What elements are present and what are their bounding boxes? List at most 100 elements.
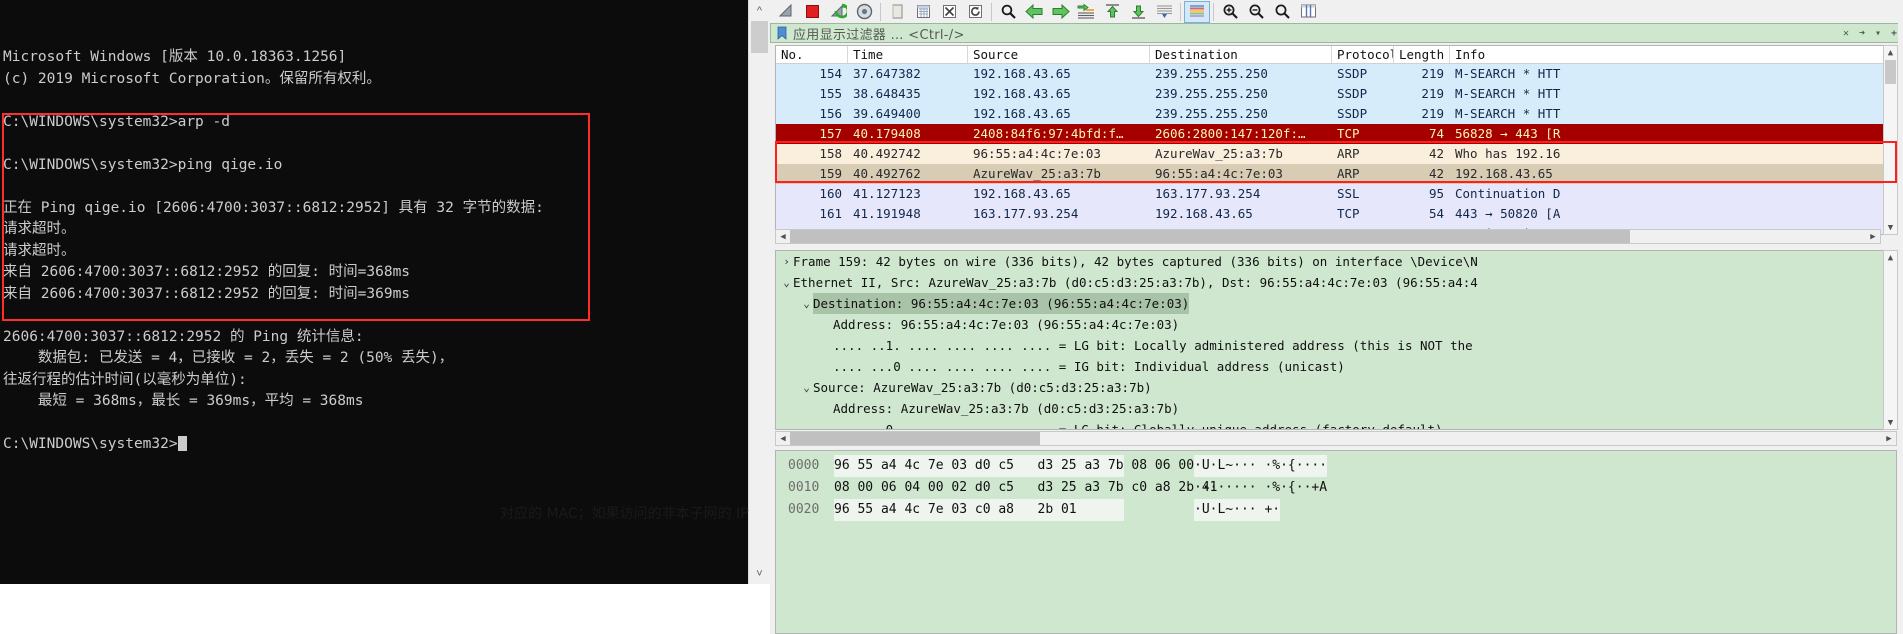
close-file-icon[interactable] bbox=[936, 1, 962, 23]
packet-details-pane[interactable]: › Frame 159: 42 bytes on wire (336 bits),… bbox=[775, 250, 1897, 430]
packet-list-body[interactable]: 154 37.647382 192.168.43.65 239.255.255.250… bbox=[776, 64, 1896, 234]
scroll-right-arrow-icon[interactable]: ▶ bbox=[1882, 432, 1896, 445]
resize-columns-icon[interactable] bbox=[1295, 1, 1321, 23]
packet-list-column-header[interactable]: Time bbox=[848, 46, 968, 63]
scrollbar-thumb[interactable] bbox=[751, 21, 768, 53]
packet-list-row[interactable]: 157 40.179408 2408:84f6:97:4bfd:f… 2606:280… bbox=[776, 124, 1896, 144]
packet-detail-text: Frame 159: 42 bytes on wire (336 bits), … bbox=[793, 254, 1478, 269]
scroll-left-arrow-icon[interactable]: ◀ bbox=[776, 230, 790, 243]
packet-detail-line[interactable]: Address: AzureWav_25:a3:7b (d0:c5:d3:25:… bbox=[776, 398, 1896, 419]
packet-list-row[interactable]: 161 41.191948 163.177.93.254 192.168.43.65 T… bbox=[776, 204, 1896, 224]
packet-list-row[interactable]: 160 41.127123 192.168.43.65 163.177.93.254 S… bbox=[776, 184, 1896, 204]
packet-list-column-header[interactable]: No. bbox=[776, 46, 848, 63]
scroll-down-arrow-icon[interactable]: ▼ bbox=[1884, 221, 1897, 234]
packet-list-row[interactable]: 159 40.492762 AzureWav_25:a3:7b 96:55:a4:4c… bbox=[776, 164, 1896, 184]
packet-list-column-header[interactable]: Info bbox=[1450, 46, 1890, 63]
chevron-down-icon[interactable]: ⌄ bbox=[780, 272, 793, 293]
packet-list-cell-info: M-SEARCH * HTT bbox=[1455, 86, 1561, 101]
packet-bytes-pane[interactable]: 0000 96 55 a4 4c 7e 03 d0 c5 d3 25 a3 7b … bbox=[775, 450, 1897, 634]
packet-list-cell-length: 54 bbox=[1428, 206, 1444, 221]
packet-list-cell-info: 443 → 50820 [A bbox=[1455, 206, 1561, 221]
display-filter-input[interactable]: 应用显示过滤器 … <Ctrl-/> bbox=[793, 24, 1838, 43]
packet-list-header[interactable]: No. Time Source Destination Protocol Length In… bbox=[776, 46, 1896, 64]
console-line: 来自 2606:4700:3037::6812:2952 的回复: 时间=368… bbox=[3, 264, 411, 280]
console-scrollbar[interactable]: ^ ˅ bbox=[748, 0, 770, 584]
packet-bytes-row[interactable]: 0020 96 55 a4 4c 7e 03 c0 a8 2b 01 ·U·L~··… bbox=[776, 499, 1896, 521]
zoom-in-icon[interactable] bbox=[1217, 1, 1243, 23]
apply-icon[interactable]: ➜ bbox=[1854, 25, 1870, 41]
scroll-up-arrow-icon[interactable]: ▲ bbox=[1884, 251, 1897, 264]
packet-detail-line[interactable]: ⌄ Ethernet II, Src: AzureWav_25:a3:7b (d0… bbox=[776, 272, 1896, 293]
capture-options-icon[interactable] bbox=[851, 1, 877, 23]
packet-list-cell-destination: 192.168.43.65 bbox=[1155, 206, 1253, 221]
packet-detail-line[interactable]: .... ...0 .... .... .... .... = IG bit: … bbox=[776, 356, 1896, 377]
screen-root: Microsoft Windows [版本 10.0.18363.1256] (c… bbox=[0, 0, 1903, 634]
bookmark-icon[interactable] bbox=[775, 26, 789, 40]
packet-list-row[interactable]: 154 37.647382 192.168.43.65 239.255.255.250… bbox=[776, 64, 1896, 84]
stop-capture-icon[interactable] bbox=[799, 1, 825, 23]
packet-detail-line[interactable]: ⌄ Source: AzureWav_25:a3:7b (d0:c5:d3:25:… bbox=[776, 377, 1896, 398]
packet-list-row[interactable]: 155 38.648435 192.168.43.65 239.255.255.250… bbox=[776, 84, 1896, 104]
scroll-up-arrow-icon[interactable]: ^ bbox=[749, 0, 770, 21]
command-prompt-console[interactable]: Microsoft Windows [版本 10.0.18363.1256] (c… bbox=[0, 0, 748, 584]
packet-list-column-header[interactable]: Source bbox=[968, 46, 1150, 63]
chevron-down-icon[interactable]: ▾ bbox=[1870, 25, 1886, 41]
reload-file-icon[interactable] bbox=[962, 1, 988, 23]
auto-scroll-icon[interactable] bbox=[1151, 1, 1177, 23]
open-file-icon[interactable] bbox=[884, 1, 910, 23]
packet-bytes-row[interactable]: 0000 96 55 a4 4c 7e 03 d0 c5 d3 25 a3 7b … bbox=[776, 455, 1896, 477]
packet-detail-text: Source: AzureWav_25:a3:7b (d0:c5:d3:25:a… bbox=[813, 380, 1152, 395]
clear-icon[interactable]: ✕ bbox=[1838, 25, 1854, 41]
packet-list-hscrollbar[interactable]: ◀ ▶ bbox=[775, 229, 1881, 244]
packet-detail-line[interactable]: › Frame 159: 42 bytes on wire (336 bits),… bbox=[776, 251, 1896, 272]
toolbar-separator bbox=[880, 2, 881, 21]
packet-list-cell-destination: 239.255.255.250 bbox=[1155, 86, 1268, 101]
scroll-right-arrow-icon[interactable]: ▶ bbox=[1866, 230, 1880, 243]
display-filter-bar[interactable]: 应用显示过滤器 … <Ctrl-/> ✕ ➜ ▾ + bbox=[770, 23, 1903, 43]
packet-list[interactable]: No. Time Source Destination Protocol Length In… bbox=[775, 45, 1897, 235]
zoom-reset-icon[interactable] bbox=[1269, 1, 1295, 23]
packet-detail-line[interactable]: ⌄ Destination: 96:55:a4:4c:7e:03 (96:55:a… bbox=[776, 293, 1896, 314]
scroll-up-arrow-icon[interactable]: ▲ bbox=[1884, 46, 1897, 59]
save-file-icon[interactable] bbox=[910, 1, 936, 23]
start-capture-icon[interactable] bbox=[773, 1, 799, 23]
scrollbar-thumb[interactable] bbox=[790, 230, 1630, 243]
go-to-packet-icon[interactable] bbox=[1073, 1, 1099, 23]
go-back-icon[interactable] bbox=[1021, 1, 1047, 23]
packet-list-row[interactable]: 158 40.492742 96:55:a4:4c:7e:03 AzureWav_25… bbox=[776, 144, 1896, 164]
packet-details-hscrollbar[interactable]: ◀ ▶ bbox=[775, 431, 1897, 446]
packet-bytes-row[interactable]: 0010 08 00 06 04 00 02 d0 c5 d3 25 a3 7b … bbox=[776, 477, 1896, 499]
packet-list-cell-time: 40.179408 bbox=[853, 126, 921, 141]
scroll-down-arrow-icon[interactable]: ˅ bbox=[749, 563, 770, 584]
packet-bytes-hex: 08 00 06 04 00 02 d0 c5 d3 25 a3 7b c0 a… bbox=[834, 480, 1218, 495]
restart-capture-icon[interactable] bbox=[825, 1, 851, 23]
packet-detail-line[interactable]: .... ..1. .... .... .... .... = LG bit: … bbox=[776, 335, 1896, 356]
scroll-down-arrow-icon[interactable]: ▼ bbox=[1884, 416, 1897, 429]
go-first-packet-icon[interactable] bbox=[1099, 1, 1125, 23]
packet-detail-line[interactable]: Address: 96:55:a4:4c:7e:03 (96:55:a4:4c:… bbox=[776, 314, 1896, 335]
scrollbar-thumb[interactable] bbox=[1885, 60, 1896, 84]
packet-list-cell-source: 2408:84f6:97:4bfd:f… bbox=[973, 126, 1124, 141]
packet-list-column-header[interactable]: Length bbox=[1394, 46, 1450, 63]
packet-list-cell-no: 157 bbox=[819, 126, 842, 141]
find-packet-icon[interactable] bbox=[995, 1, 1021, 23]
go-last-packet-icon[interactable] bbox=[1125, 1, 1151, 23]
packet-list-vscrollbar[interactable]: ▲ ▼ bbox=[1883, 45, 1898, 235]
chevron-down-icon[interactable]: ⌄ bbox=[800, 293, 813, 314]
colorize-icon[interactable] bbox=[1184, 0, 1210, 23]
go-forward-icon[interactable] bbox=[1047, 1, 1073, 23]
scrollbar-thumb[interactable] bbox=[790, 432, 1040, 445]
packet-list-row[interactable]: 156 39.649400 192.168.43.65 239.255.255.250… bbox=[776, 104, 1896, 124]
chevron-right-icon[interactable]: › bbox=[780, 251, 793, 272]
scroll-left-arrow-icon[interactable]: ◀ bbox=[776, 432, 790, 445]
packet-list-column-header[interactable]: Destination bbox=[1150, 46, 1332, 63]
packet-list-column-header[interactable]: Protocol bbox=[1332, 46, 1394, 63]
packet-list-cell-time: 38.648435 bbox=[853, 86, 921, 101]
packet-list-cell-protocol: ARP bbox=[1337, 146, 1360, 161]
zoom-out-icon[interactable] bbox=[1243, 1, 1269, 23]
chevron-down-icon[interactable]: ⌄ bbox=[800, 377, 813, 398]
packet-details-vscrollbar[interactable]: ▲ ▼ bbox=[1883, 250, 1898, 430]
packet-detail-line[interactable]: .... ..0. .... .... .... .... = LG bit: … bbox=[776, 419, 1896, 429]
